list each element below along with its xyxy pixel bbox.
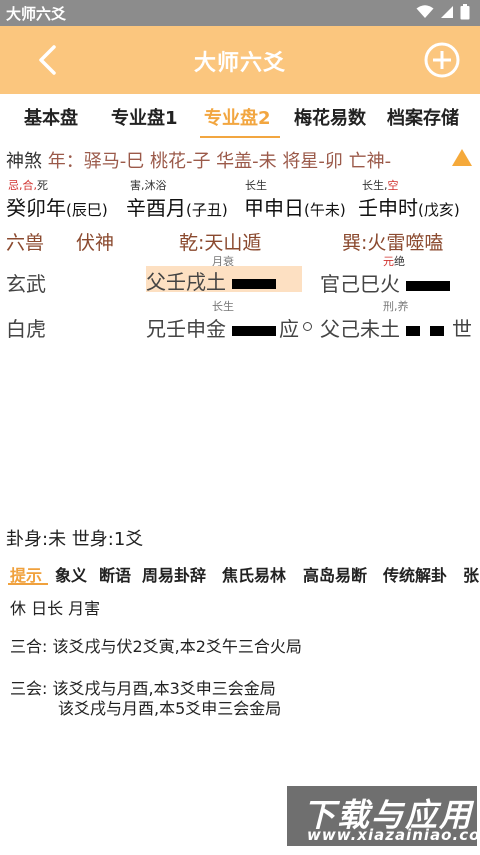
year-tag: 死 — [37, 179, 48, 192]
yao1-changed-line[interactable]: 官己巳火 — [320, 268, 451, 297]
subtab-chuantong[interactable]: 传统解卦 — [383, 562, 447, 586]
site-watermark: 下载与应用 www.xiazainiao.com — [287, 786, 480, 846]
yao2-changed-tag: 刑,养 — [383, 300, 409, 313]
subtab-duanyu[interactable]: 断语 — [99, 562, 131, 586]
active-tab-indicator — [200, 136, 280, 138]
tab-pro-2[interactable]: 专业盘2 — [204, 104, 271, 130]
plus-circle-icon — [424, 42, 460, 78]
liushou-header: 六兽 — [6, 232, 45, 254]
subtab-xiangyi[interactable]: 象义 — [55, 562, 87, 586]
year-tags: 忌,合,死 — [8, 177, 48, 193]
hint-sanhui-2: 该爻戌与月酉,本5爻申三会金局 — [58, 699, 282, 718]
subtab-jiaoshi[interactable]: 焦氏易林 — [222, 562, 286, 586]
shi-marker: 世 — [452, 317, 472, 341]
subtab-zhouyi[interactable]: 周易卦辞 — [142, 562, 206, 586]
year-tag-red: 忌,合, — [8, 179, 37, 192]
month-ganzhi: 辛酉月(子丑) — [126, 196, 228, 220]
tab-pro-1[interactable]: 专业盘1 — [111, 104, 178, 130]
hour-tag-red: 空 — [387, 179, 399, 192]
yao1-changed-tags: 元绝 — [383, 255, 405, 268]
collapse-triangle-icon[interactable] — [452, 149, 472, 166]
analysis-tabs: 提示 象义 断语 周易卦辞 焦氏易林 高岛易断 传统解卦 张 — [0, 562, 480, 588]
yin-line-mark-right — [430, 325, 445, 336]
tab-meihua[interactable]: 梅花易数 — [294, 104, 366, 130]
tab-archive[interactable]: 档案存储 — [387, 104, 459, 130]
status-bar: 大师六爻 — [0, 0, 480, 26]
active-subtab-indicator — [8, 583, 48, 585]
hour-ganzhi: 壬申时(戊亥) — [358, 196, 460, 220]
subtab-more[interactable]: 张 — [463, 562, 479, 586]
add-button[interactable] — [422, 40, 462, 80]
yao2-main-tag: 长生 — [212, 300, 234, 313]
fushen-header: 伏神 — [76, 232, 115, 254]
yang-line-mark — [406, 280, 451, 291]
main-hexagram-name: 乾:天山遁 — [179, 232, 262, 254]
yao2-changed-line[interactable]: 父己未土 — [320, 313, 445, 342]
app-bar: 大师六爻 — [0, 26, 480, 94]
wifi-icon — [416, 5, 434, 19]
ying-marker: 应 — [279, 317, 299, 341]
subtab-gaodao[interactable]: 高岛易断 — [303, 562, 367, 586]
shensha-label: 神煞 — [6, 151, 42, 172]
changed-hexagram-name: 巽:火雷噬嗑 — [342, 232, 444, 254]
hint-sanhe: 三合: 该爻戌与伏2爻寅,本2爻午三合火局 — [10, 637, 302, 656]
hour-tags: 长生,空 — [362, 177, 399, 193]
yao1-main-line[interactable]: 父壬戌土 — [146, 266, 302, 294]
guashen-line: 卦身:未 世身:1爻 — [6, 529, 144, 550]
beast-baihu: 白虎 — [6, 317, 46, 341]
status-app-title: 大师六爻 — [6, 5, 67, 23]
hour-tag: 长生, — [362, 179, 388, 192]
battery-icon — [460, 4, 470, 20]
app-title: 大师六爻 — [193, 51, 286, 76]
day-ganzhi: 甲申日(午未) — [244, 196, 346, 220]
shensha-row: 神煞 年：驿马-巳 桃花-子 华盖-未 将星-卯 亡神- — [6, 147, 391, 173]
beast-xuanwu: 玄武 — [6, 272, 46, 296]
tab-basic[interactable]: 基本盘 — [24, 104, 78, 130]
shensha-text: 年：驿马-巳 桃花-子 华盖-未 将星-卯 亡神- — [47, 151, 392, 172]
watermark-url: www.xiazainiao.com — [307, 826, 480, 844]
hint-status: 休 日长 月害 — [10, 599, 101, 618]
yang-line-mark — [232, 278, 277, 289]
day-tag: 长生 — [245, 179, 267, 192]
yao2-main-line[interactable]: 兄壬申金 — [146, 313, 277, 342]
yin-line-mark-left — [406, 325, 421, 336]
yang-line-mark — [232, 325, 277, 336]
moving-circle-icon — [303, 322, 312, 331]
year-ganzhi: 癸卯年(辰巳) — [6, 196, 108, 220]
month-tag: 害,沐浴 — [130, 179, 167, 192]
signal-icon — [440, 5, 454, 19]
status-icons — [416, 4, 470, 20]
